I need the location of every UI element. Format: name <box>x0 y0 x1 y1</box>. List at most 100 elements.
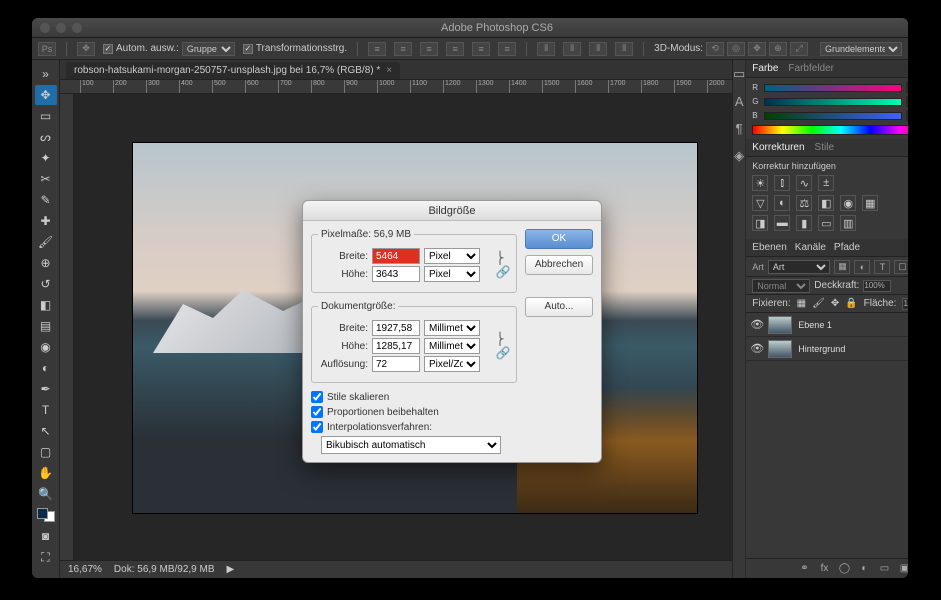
distribute-icon[interactable]: ⫴ <box>563 42 581 56</box>
mixer-icon[interactable]: ▦ <box>862 195 878 211</box>
3d-panel-icon[interactable]: ◈ <box>734 148 744 164</box>
paragraph-panel-icon[interactable]: ¶ <box>736 121 743 136</box>
align-icon[interactable]: ≡ <box>472 42 490 56</box>
resolution-input[interactable] <box>372 356 420 372</box>
dodge-tool[interactable]: ◐ <box>35 358 57 378</box>
brightness-icon[interactable]: ☀ <box>752 175 768 191</box>
auto-select-dropdown[interactable]: Gruppe <box>182 42 235 56</box>
lock-trans-icon[interactable]: ▦ <box>797 298 806 309</box>
b-slider[interactable] <box>764 112 902 120</box>
heal-tool[interactable]: ✚ <box>35 211 57 231</box>
bw-icon[interactable]: ◧ <box>818 195 834 211</box>
posterize-icon[interactable]: ▬ <box>774 215 790 231</box>
stamp-tool[interactable]: ⊕ <box>35 253 57 273</box>
align-icon[interactable]: ≡ <box>498 42 516 56</box>
channels-tab[interactable]: Kanäle <box>795 242 826 253</box>
opacity-input[interactable] <box>863 280 891 292</box>
layer-filter-dropdown[interactable]: Art <box>768 260 831 274</box>
zoom-tool[interactable]: 🔍 <box>35 484 57 504</box>
blur-tool[interactable]: ◉ <box>35 337 57 357</box>
constrain-proportions-checkbox[interactable] <box>311 406 323 418</box>
path-tool[interactable]: ↖ <box>35 421 57 441</box>
constrain-link-icon[interactable]: ⎬ 🔗 <box>496 246 510 284</box>
threshold-icon[interactable]: ▮ <box>796 215 812 231</box>
char-panel-icon[interactable]: A <box>735 94 744 109</box>
vibrance-icon[interactable]: ▽ <box>752 195 768 211</box>
lock-pixel-icon[interactable]: 🖌 <box>812 298 825 309</box>
visibility-icon[interactable]: 👁 <box>750 318 762 331</box>
layer-row[interactable]: 👁 Ebene 1 <box>746 313 908 337</box>
quickmask-tool[interactable]: ◙ <box>35 526 57 546</box>
color-tab[interactable]: Farbe <box>752 63 778 74</box>
eraser-tool[interactable]: ◧ <box>35 295 57 315</box>
pixel-width-input[interactable] <box>372 248 420 264</box>
mode3d-icon[interactable]: ⤢ <box>790 42 808 56</box>
eyedropper-tool[interactable]: ✎ <box>35 190 57 210</box>
auto-button[interactable]: Auto... <box>525 297 593 317</box>
adjustments-tab[interactable]: Korrekturen <box>752 142 804 153</box>
ps-logo-icon[interactable]: Ps <box>38 42 56 56</box>
fill-input[interactable] <box>902 298 908 310</box>
new-layer-icon[interactable]: ▣ <box>896 562 908 576</box>
align-icon[interactable]: ≡ <box>368 42 386 56</box>
status-arrow-icon[interactable]: ▶ <box>227 564 235 575</box>
doc-width-input[interactable] <box>372 320 420 336</box>
fx-icon[interactable]: fx <box>816 562 832 576</box>
workspace-dropdown[interactable]: Grundelemente <box>820 42 902 56</box>
constrain-link-icon[interactable]: ⎬ 🔗 <box>496 318 510 374</box>
resample-method-dropdown[interactable]: Bikubisch automatisch <box>321 436 501 454</box>
zoom-level[interactable]: 16,67% <box>68 564 102 575</box>
mode3d-icon[interactable]: ⊕ <box>769 42 787 56</box>
link-layers-icon[interactable]: ⚭ <box>796 562 812 576</box>
move-tool[interactable]: ✥ <box>35 85 57 105</box>
group-icon[interactable]: ▭ <box>876 562 892 576</box>
swatches-tab[interactable]: Farbfelder <box>788 63 834 74</box>
marquee-tool[interactable]: ▭ <box>35 106 57 126</box>
curves-icon[interactable]: ∿ <box>796 175 812 191</box>
lock-pos-icon[interactable]: ✥ <box>831 298 839 309</box>
selective-icon[interactable]: ▥ <box>840 215 856 231</box>
wand-tool[interactable]: ✦ <box>35 148 57 168</box>
pixel-height-unit[interactable]: Pixel <box>424 266 480 282</box>
lasso-tool[interactable]: ᔕ <box>35 127 57 147</box>
layers-tab[interactable]: Ebenen <box>752 242 786 253</box>
filter-adj-icon[interactable]: ◐ <box>854 260 870 274</box>
expand-icon[interactable]: » <box>35 64 57 84</box>
pixel-width-unit[interactable]: Pixel <box>424 248 480 264</box>
distribute-icon[interactable]: ⫴ <box>537 42 555 56</box>
traffic-lights[interactable] <box>40 23 82 33</box>
color-swatches[interactable] <box>35 505 57 525</box>
close-tab-icon[interactable]: × <box>386 65 392 76</box>
mode3d-icon[interactable]: ◎ <box>727 42 745 56</box>
brush-tool[interactable]: 🖌 <box>35 232 57 252</box>
hue-strip[interactable] <box>752 125 908 135</box>
resample-checkbox[interactable] <box>311 421 323 433</box>
layer-row[interactable]: 👁 Hintergrund 🔒 <box>746 337 908 361</box>
g-slider[interactable] <box>764 98 902 106</box>
pen-tool[interactable]: ✒ <box>35 379 57 399</box>
type-tool[interactable]: T <box>35 400 57 420</box>
hue-icon[interactable]: ◐ <box>774 195 790 211</box>
align-icon[interactable]: ≡ <box>420 42 438 56</box>
invert-icon[interactable]: ◨ <box>752 215 768 231</box>
doc-height-input[interactable] <box>372 338 420 354</box>
mode3d-icon[interactable]: ⟲ <box>706 42 724 56</box>
shape-tool[interactable]: ▢ <box>35 442 57 462</box>
r-slider[interactable] <box>764 84 902 92</box>
transform-controls-checkbox[interactable]: ✓ <box>243 44 253 54</box>
resolution-unit[interactable]: Pixel/Zoll <box>424 356 480 372</box>
auto-select-checkbox[interactable]: ✓ <box>103 44 113 54</box>
lock-all-icon[interactable]: 🔒 <box>845 298 857 309</box>
doc-height-unit[interactable]: Millimeter <box>424 338 480 354</box>
hand-tool[interactable]: ✋ <box>35 463 57 483</box>
history-panel-icon[interactable]: ▭ <box>733 66 745 82</box>
crop-tool[interactable]: ✂ <box>35 169 57 189</box>
visibility-icon[interactable]: 👁 <box>750 342 762 355</box>
distribute-icon[interactable]: ⫴ <box>615 42 633 56</box>
doc-width-unit[interactable]: Millimeter <box>424 320 480 336</box>
ok-button[interactable]: OK <box>525 229 593 249</box>
photo-filter-icon[interactable]: ◉ <box>840 195 856 211</box>
cancel-button[interactable]: Abbrechen <box>525 255 593 275</box>
map-icon[interactable]: ▭ <box>818 215 834 231</box>
mask-icon[interactable]: ◯ <box>836 562 852 576</box>
